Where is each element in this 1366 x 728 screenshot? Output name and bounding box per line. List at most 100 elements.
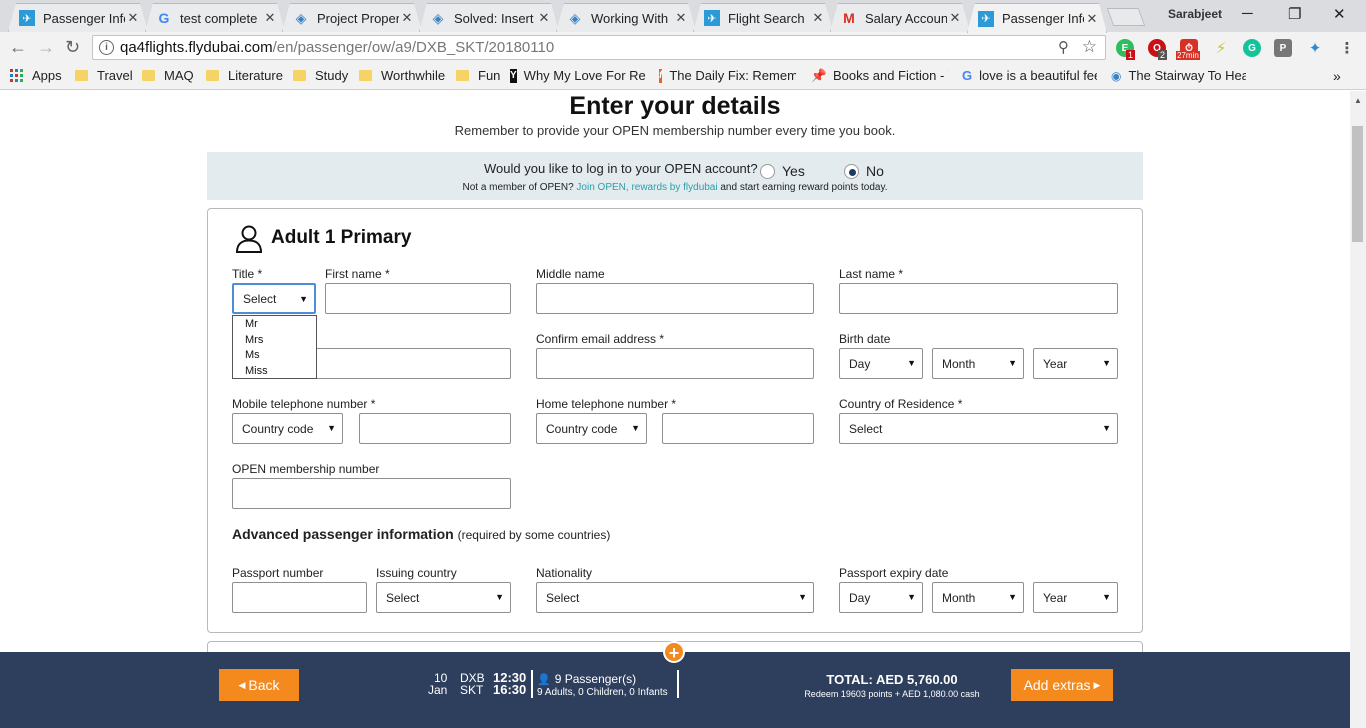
expiry-day-select[interactable]: Day ▼ [839, 582, 923, 613]
close-tab-icon[interactable]: ✕ [262, 10, 278, 26]
browser-tab[interactable]: ◈ Working With ✕ [556, 3, 696, 32]
site-info-icon[interactable]: i [99, 40, 114, 55]
radio-circle[interactable] [760, 163, 775, 179]
passport-number-input[interactable] [232, 582, 367, 613]
join-open-link[interactable]: Join OPEN, rewards by flydubai [576, 182, 717, 193]
birth-day-select[interactable]: Day ▼ [839, 348, 923, 379]
bookmark-folder[interactable]: MAQ [142, 68, 194, 83]
bolt-ext-icon[interactable]: ⚡ [1212, 39, 1230, 57]
title-label: Title * [232, 267, 263, 281]
scroll-up-icon[interactable]: ▲ [1354, 96, 1362, 105]
new-tab-button[interactable] [1106, 8, 1146, 26]
middle-name-input[interactable] [536, 283, 814, 314]
bookmark-folder[interactable]: Study [293, 68, 348, 83]
flight-date: 10 Jan [428, 671, 448, 697]
chevron-down-icon: ▼ [631, 423, 640, 433]
divider [531, 670, 533, 698]
browser-tab[interactable]: M Salary Accoun ✕ [830, 3, 970, 32]
expand-summary-plus-icon[interactable]: + [663, 641, 685, 663]
reload-icon[interactable]: ↻ [65, 37, 80, 58]
issuing-country-select[interactable]: Select ▼ [376, 582, 511, 613]
address-bar[interactable]: i qa4flights.flydubai.com/en/passenger/o… [92, 35, 1106, 60]
minimize-icon[interactable]: ─ [1242, 5, 1253, 22]
folder-icon [75, 70, 88, 81]
browser-tab[interactable]: G test complete ✕ [145, 3, 285, 32]
home-country-code-select[interactable]: Country code ▼ [536, 413, 647, 444]
title-option[interactable]: Ms [233, 348, 316, 364]
browser-tab-active[interactable]: ✈ Passenger Info ✕ [967, 3, 1107, 33]
add-extras-button[interactable]: Add extras ▶ [1011, 669, 1113, 701]
login-yes-radio[interactable]: Yes [760, 163, 805, 179]
ext-badge: 1 [1126, 50, 1136, 60]
browser-tab[interactable]: ✈ Flight Search ✕ [693, 3, 833, 32]
bookmark-folder[interactable]: Fun [456, 68, 500, 83]
grammarly-ext-icon[interactable]: G [1243, 39, 1261, 57]
bookmark-site[interactable]: Y Why My Love For Re [510, 68, 645, 83]
zoom-icon[interactable]: ⚲ [1058, 38, 1069, 56]
flight-route: DXB SKT [460, 671, 485, 697]
close-tab-icon[interactable]: ✕ [947, 10, 963, 26]
residence-select[interactable]: Select ▼ [839, 413, 1118, 444]
bookmark-site[interactable]: f The Daily Fix: Remem [659, 68, 796, 83]
first-name-input[interactable] [325, 283, 511, 314]
back-arrow-icon[interactable]: ← [9, 37, 27, 58]
flydubai-icon: ✈ [978, 11, 994, 27]
birth-month-select[interactable]: Month ▼ [932, 348, 1024, 379]
caret-right-icon: ▶ [1093, 679, 1101, 690]
open-join-note: Not a member of OPEN? Join OPEN, rewards… [462, 182, 888, 193]
last-name-input[interactable] [839, 283, 1118, 314]
page-scrollbar[interactable]: ▲ [1350, 91, 1366, 728]
diamond-icon: ◈ [295, 9, 307, 26]
open-membership-input[interactable] [232, 478, 511, 509]
browser-tab[interactable]: ✈ Passenger Info ✕ [8, 3, 148, 32]
nationality-label: Nationality [536, 566, 593, 580]
forward-arrow-icon[interactable]: → [37, 37, 55, 58]
diamond-icon: ◈ [432, 9, 444, 26]
close-window-icon[interactable]: ✕ [1333, 5, 1346, 23]
close-tab-icon[interactable]: ✕ [673, 10, 689, 26]
title-option[interactable]: Mrs [233, 333, 316, 349]
yourstory-icon: Y [510, 68, 517, 83]
close-tab-icon[interactable]: ✕ [536, 10, 552, 26]
folder-icon [293, 70, 306, 81]
title-option[interactable]: Mr [233, 317, 316, 333]
bookmark-site[interactable]: 📌 Books and Fiction - T [812, 68, 948, 83]
mobile-country-code-select[interactable]: Country code ▼ [232, 413, 343, 444]
bookmark-folder[interactable]: Worthwhile [359, 68, 445, 83]
nationality-select[interactable]: Select ▼ [536, 582, 814, 613]
expiry-year-select[interactable]: Year ▼ [1033, 582, 1118, 613]
title-select[interactable]: Select ▼ [232, 283, 316, 314]
bookmark-folder[interactable]: Literature [206, 68, 283, 83]
expiry-month-select[interactable]: Month ▼ [932, 582, 1024, 613]
passport-number-label: Passport number [232, 566, 324, 580]
bookmarks-overflow-icon[interactable]: » [1333, 68, 1341, 84]
browser-tab[interactable]: ◈ Project Proper ✕ [282, 3, 422, 32]
close-tab-icon[interactable]: ✕ [810, 10, 826, 26]
restore-icon[interactable]: ❐ [1288, 5, 1301, 23]
browser-tab[interactable]: ◈ Solved: Insert ✕ [419, 3, 559, 32]
share-ext-icon[interactable]: ✦ [1306, 39, 1324, 57]
bookmark-star-icon[interactable]: ☆ [1082, 37, 1097, 57]
mobile-phone-input[interactable] [359, 413, 511, 444]
close-tab-icon[interactable]: ✕ [1084, 11, 1100, 27]
profile-name[interactable]: Sarabjeet [1168, 7, 1222, 21]
folder-icon [206, 70, 219, 81]
google-icon: G [158, 10, 170, 26]
bookmark-site[interactable]: Glove is a beautiful fee [962, 68, 1097, 83]
home-phone-input[interactable] [662, 413, 814, 444]
radio-circle-selected[interactable] [844, 163, 859, 179]
confirm-email-input[interactable] [536, 348, 814, 379]
title-option[interactable]: Miss [233, 364, 316, 380]
close-tab-icon[interactable]: ✕ [125, 10, 141, 26]
bookmark-site[interactable]: ◉ The Stairway To Heav [1111, 68, 1246, 83]
birth-year-select[interactable]: Year ▼ [1033, 348, 1118, 379]
bookmark-apps[interactable]: Apps [10, 68, 62, 83]
scrollbar-thumb[interactable] [1352, 126, 1363, 242]
bookmark-folder[interactable]: Travel [75, 68, 133, 83]
menu-kebab-icon[interactable]: ⋮ [1338, 39, 1356, 57]
login-no-radio[interactable]: No [844, 163, 884, 179]
mobile-phone-label: Mobile telephone number * [232, 397, 376, 411]
pocket-ext-icon[interactable]: P [1274, 39, 1292, 57]
back-button[interactable]: ◀ Back [219, 669, 299, 701]
close-tab-icon[interactable]: ✕ [399, 10, 415, 26]
